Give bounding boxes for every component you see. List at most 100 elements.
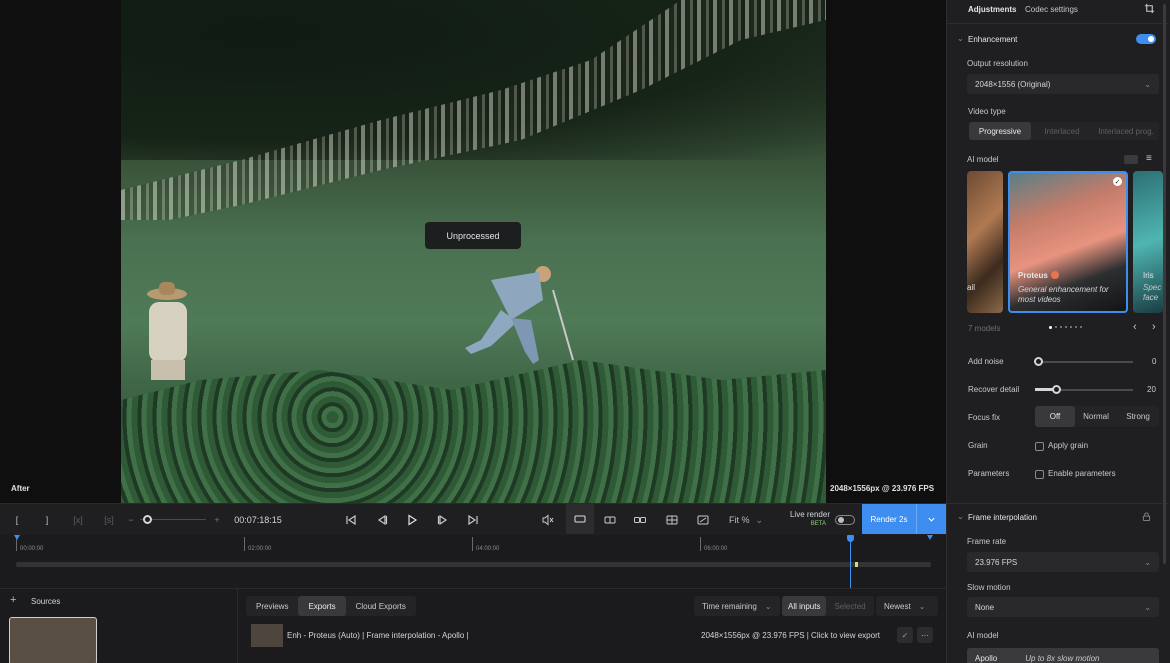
add-noise-slider-knob[interactable] [1034, 357, 1043, 366]
panel-divider [947, 503, 1169, 504]
chevron-down-icon[interactable]: ⌄ [957, 34, 964, 43]
carousel-prev-icon[interactable]: ‹ [1133, 321, 1137, 333]
video-type-interlaced[interactable]: Interlaced [1031, 122, 1093, 140]
lock-icon[interactable] [1142, 512, 1151, 523]
enhancement-toggle[interactable] [1136, 34, 1156, 44]
slow-motion-select[interactable]: None ⌄ [967, 597, 1159, 617]
fi-ai-model-value: Apollo [975, 653, 998, 663]
in-out-range-button[interactable]: [s] [100, 511, 118, 529]
enable-parameters-checkbox[interactable] [1035, 470, 1044, 479]
out-point-marker[interactable] [927, 535, 933, 540]
zoom-out-button[interactable]: − [126, 511, 136, 529]
selected-check-icon: ✓ [1113, 177, 1122, 186]
slow-motion-value: None [975, 602, 995, 612]
tab-previews[interactable]: Previews [246, 596, 298, 616]
render-button[interactable]: Render 2s [862, 504, 946, 534]
timeline[interactable]: 00:00:00 02:00:00 04:00:00 06:00:00 [0, 535, 946, 588]
live-render-toggle[interactable] [835, 515, 855, 525]
grid-view-icon[interactable] [1124, 155, 1138, 164]
skip-to-end-icon[interactable] [466, 511, 480, 529]
beta-badge: BETA [810, 521, 826, 527]
apply-grain-checkbox[interactable] [1035, 442, 1044, 451]
tab-codec-settings[interactable]: Codec settings [1025, 5, 1078, 14]
panel-scrollbar[interactable] [1163, 4, 1166, 564]
carousel-pagination[interactable] [1049, 326, 1082, 329]
input-filter: All inputs Selected [782, 596, 874, 616]
after-label: After [11, 484, 30, 493]
next-frame-icon[interactable] [436, 511, 450, 529]
carousel-next-icon[interactable]: › [1152, 321, 1156, 333]
tab-cloud-exports[interactable]: Cloud Exports [346, 596, 416, 616]
crop-preview-icon[interactable] [695, 511, 711, 529]
video-type-interlaced-prog[interactable]: Interlaced prog. [1093, 122, 1159, 140]
slow-motion-label: Slow motion [967, 583, 1011, 592]
compare-grid-icon[interactable] [664, 511, 680, 529]
apply-grain-label[interactable]: Apply grain [1048, 441, 1088, 450]
recover-detail-value: 20 [1147, 385, 1156, 394]
frame-interpolation-title[interactable]: Frame interpolation [968, 513, 1037, 522]
render-options-chevron-icon[interactable] [916, 504, 946, 534]
skip-to-start-icon[interactable] [344, 511, 358, 529]
video-viewer[interactable]: Unprocessed After 2048×1556px @ 23.976 F… [0, 0, 946, 503]
clear-in-out-button[interactable]: [x] [68, 511, 88, 529]
focus-fix-off[interactable]: Off [1035, 406, 1075, 427]
export-thumbnail[interactable] [251, 624, 283, 647]
add-source-icon[interactable]: + [10, 594, 16, 606]
split-view-icon[interactable] [602, 511, 618, 529]
export-item-info[interactable]: 2048×1556px @ 23.976 FPS | Click to view… [701, 631, 880, 640]
chevron-down-icon: ⌄ [764, 601, 772, 611]
crop-icon[interactable] [1144, 3, 1155, 16]
focus-fix-normal[interactable]: Normal [1075, 406, 1117, 427]
focus-fix-strong[interactable]: Strong [1117, 406, 1159, 427]
filter-selected[interactable]: Selected [826, 596, 873, 616]
volume-icon[interactable] [540, 511, 556, 529]
tab-adjustments[interactable]: Adjustments [968, 5, 1016, 14]
previous-frame-icon[interactable] [375, 511, 389, 529]
chevron-down-icon: ⌄ [1144, 602, 1151, 612]
timeline-tick-label: 04:00:00 [476, 546, 500, 552]
model-card-iris[interactable]: Iris Spec face [1133, 171, 1163, 313]
recover-detail-slider-knob[interactable] [1052, 385, 1061, 394]
side-by-side-icon[interactable] [632, 511, 648, 529]
mark-out-button[interactable]: ] [40, 511, 54, 529]
playhead[interactable] [850, 535, 851, 588]
export-more-button[interactable]: ··· [917, 627, 933, 643]
output-resolution-select[interactable]: 2048×1556 (Original) ⌄ [967, 74, 1159, 94]
ai-model-label: AI model [967, 155, 999, 164]
sort-select[interactable]: Time remaining ⌄ [694, 596, 780, 616]
frame-rate-value: 23.976 FPS [975, 557, 1018, 567]
play-icon[interactable] [405, 511, 419, 529]
single-view-icon[interactable] [566, 504, 594, 534]
source-thumbnail[interactable] [9, 617, 97, 663]
timeline-tick [472, 537, 473, 551]
export-done-check-icon[interactable]: ✓ [897, 627, 913, 643]
filter-all-inputs[interactable]: All inputs [782, 596, 827, 616]
fit-zoom-label: Fit % [728, 515, 750, 525]
playhead-handle[interactable] [847, 535, 854, 542]
add-noise-value: 0 [1152, 357, 1157, 366]
in-point-marker[interactable] [14, 535, 20, 540]
recover-detail-label: Recover detail [968, 385, 1020, 394]
model-card-proteus[interactable]: ✓ Proteus General enhancement for most v… [1008, 171, 1128, 313]
render-segment [855, 562, 858, 567]
export-item-title[interactable]: Enh - Proteus (Auto) | Frame interpolati… [287, 631, 469, 640]
enhancement-title[interactable]: Enhancement [968, 35, 1017, 44]
frame-rate-select[interactable]: 23.976 FPS ⌄ [967, 552, 1159, 572]
focus-fix-label: Focus fix [968, 413, 1001, 422]
fi-ai-model-select[interactable]: Apollo Up to 8x slow motion [967, 648, 1159, 663]
fit-zoom-select[interactable]: Fit % ⌄ [726, 511, 766, 529]
tab-exports[interactable]: Exports [298, 596, 346, 616]
zoom-in-button[interactable]: + [212, 511, 222, 529]
video-type-progressive[interactable]: Progressive [969, 122, 1031, 140]
timeline-track[interactable] [16, 562, 931, 567]
model-card-previous[interactable]: ail [967, 171, 1003, 313]
chevron-down-icon[interactable]: ⌄ [957, 512, 964, 521]
render-button-label: Render 2s [870, 514, 908, 524]
zoom-slider-knob[interactable] [142, 515, 152, 524]
order-select[interactable]: Newest ⌄ [876, 596, 938, 616]
model-card-iris-name: Iris [1143, 271, 1154, 280]
add-noise-slider-track[interactable] [1038, 361, 1133, 363]
mark-in-button[interactable]: [ [10, 511, 24, 529]
list-view-icon[interactable]: ≡ [1146, 153, 1152, 164]
enable-parameters-label[interactable]: Enable parameters [1048, 469, 1116, 478]
